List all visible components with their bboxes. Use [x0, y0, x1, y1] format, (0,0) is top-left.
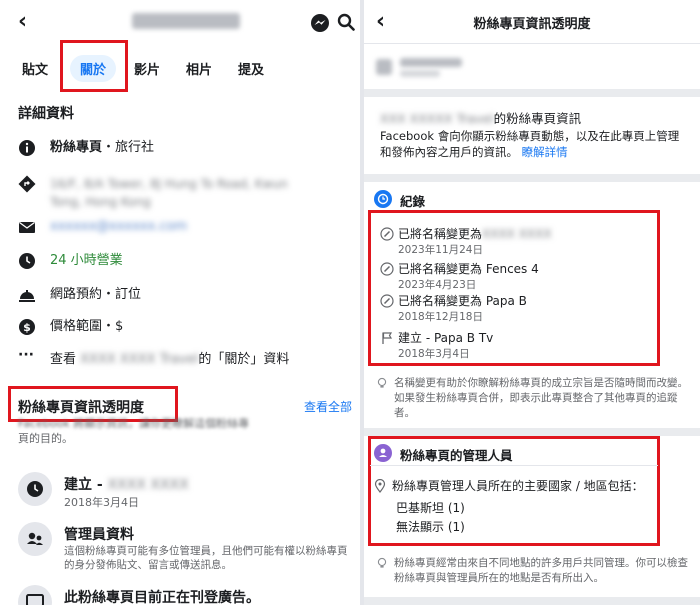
- admin-icon-circle: [18, 522, 52, 556]
- search-icon[interactable]: [337, 13, 355, 31]
- learn-more-link[interactable]: 瞭解詳情: [522, 145, 568, 159]
- created-label: 建立 -: [64, 477, 103, 493]
- record-value-blurred: XXXX XXXX: [482, 227, 552, 241]
- record-value: Papa B: [485, 294, 527, 308]
- category-prefix: 粉絲專頁: [50, 140, 103, 155]
- transparency-desc-tail: 頁的目的。: [18, 432, 73, 445]
- category-suffix: ・旅行社: [102, 140, 155, 155]
- location-pin-icon: [374, 479, 386, 493]
- see-about-blurred: XXXX XXXX Travel: [80, 352, 199, 367]
- page-transparency-screen: ‹ 粉絲專頁資訊透明度 XXX XXXXX Travel的粉絲專頁資訊 Face…: [364, 0, 700, 605]
- clock-icon: [19, 253, 35, 269]
- country-item: 無法顯示 (1): [396, 520, 465, 534]
- monitor-icon: [26, 594, 44, 605]
- ads-item: 此粉絲專頁目前正在刊登廣告。: [18, 585, 348, 605]
- lightbulb-icon: [377, 377, 387, 388]
- lightbulb-icon: [377, 557, 387, 568]
- address-blurred: 16/F, 8/A Tower, 8J Hung To Road, Kwun To…: [50, 177, 288, 209]
- service-bell-icon: [19, 290, 35, 302]
- tab-mentions[interactable]: 提及: [238, 59, 264, 78]
- record-action: 已將名稱變更為: [398, 227, 483, 241]
- avatar: [376, 59, 392, 75]
- highlight-box-about-tab: [60, 40, 128, 92]
- profile-blurred: [376, 56, 466, 78]
- section-separator: [364, 174, 700, 182]
- dollar-icon: $: [19, 319, 35, 335]
- pencil-icon: [380, 262, 394, 276]
- more-icon: ···: [18, 347, 34, 363]
- clock-icon: [27, 481, 43, 497]
- see-about-suffix: 的「關於」資料: [198, 352, 290, 367]
- admin-info-description: 這個粉絲專頁可能有多位管理員，且他們可能有權以粉絲專頁的身分發佈貼文、留言或傳送…: [64, 545, 348, 571]
- tab-photos[interactable]: 相片: [186, 59, 212, 78]
- record-value: Papa B Tv: [433, 331, 494, 345]
- email-blurred[interactable]: xxxxxx@xxxxxx.com: [50, 218, 187, 236]
- record-value: Fences 4: [485, 262, 539, 276]
- profile-subtitle-blurred: [400, 70, 440, 77]
- page-name-blurred: XXX XXXXX Travel: [380, 111, 494, 126]
- admin-info-item: 管理員資料 這個粉絲專頁可能有多位管理員，且他們可能有權以粉絲專頁的身分發佈貼文…: [18, 522, 348, 578]
- top-bar: ‹: [0, 0, 360, 44]
- transparency-desc-blurred: Facebook 將顯示資訊，讓你更瞭解這個粉絲專: [18, 417, 250, 430]
- see-about-prefix: 查看: [50, 352, 77, 367]
- created-item: 建立 - XXXX XXXX 2018年3月4日: [18, 472, 348, 512]
- directions-icon: [18, 175, 36, 193]
- clock-icon: [377, 193, 389, 205]
- page-about-screen: ‹ 貼文 關於 影片 相片 提及 詳細資料 粉絲專頁・旅行社 16/F, 8/A…: [0, 0, 360, 605]
- record-action: 建立 -: [398, 331, 434, 345]
- page-name-blurred: [132, 13, 240, 29]
- created-name-blurred: XXXX XXXX: [107, 477, 189, 493]
- record-date: 2023年4月23日: [398, 279, 477, 291]
- details-heading: 詳細資料: [18, 106, 74, 122]
- screen-title: 粉絲專頁資訊透明度: [473, 17, 591, 32]
- record-action: 已將名稱變更為: [398, 294, 483, 308]
- pencil-icon: [380, 294, 394, 308]
- tab-videos[interactable]: 影片: [134, 59, 160, 78]
- mail-icon: [19, 221, 35, 233]
- section-separator: [364, 428, 700, 436]
- tab-posts[interactable]: 貼文: [22, 59, 48, 78]
- flag-icon: [382, 332, 393, 344]
- transparency-description: Facebook 將顯示資訊，讓你更瞭解這個粉絲專 頁的目的。: [18, 416, 348, 446]
- price-text: 價格範圍・$: [50, 319, 124, 334]
- records-title: 紀錄: [400, 194, 426, 209]
- created-date: 2018年3月4日: [64, 496, 139, 509]
- page-info-heading: XXX XXXXX Travel的粉絲專頁資訊: [380, 108, 581, 127]
- admin-info-title: 管理員資料: [64, 527, 134, 543]
- ads-title: 此粉絲專頁目前正在刊登廣告。: [64, 590, 260, 605]
- admins-divider: [370, 465, 658, 466]
- ads-icon-circle: [18, 585, 52, 605]
- record-date: 2018年3月4日: [398, 348, 470, 360]
- top-bar: ‹ 粉絲專頁資訊透明度: [364, 0, 700, 44]
- messenger-icon[interactable]: [310, 13, 330, 33]
- admins-heading: 粉絲專頁管理人員所在的主要國家 / 地區包括：: [392, 479, 644, 493]
- booking-text: 網路預約・訂位: [50, 287, 142, 302]
- profile-name-blurred: [400, 58, 462, 67]
- record-action: 已將名稱變更為: [398, 262, 483, 276]
- created-icon-circle: [18, 472, 52, 506]
- record-date: 2023年11月24日: [398, 244, 483, 256]
- section-separator: [364, 89, 700, 97]
- records-badge: [374, 190, 392, 208]
- page-info-description: Facebook 會向你顯示粉絲專頁動態，以及在此專頁上管理和發佈內容之用戶的資…: [380, 129, 680, 159]
- pencil-icon: [380, 227, 394, 241]
- back-button[interactable]: ‹: [18, 9, 27, 34]
- page-info-suffix: 的粉絲專頁資訊: [493, 111, 582, 126]
- hours-text: 24 小時營業: [50, 253, 123, 268]
- section-separator: [364, 597, 700, 605]
- page-tabs: 貼文 關於 影片 相片 提及: [0, 50, 360, 86]
- people-icon: [27, 532, 43, 545]
- see-all-link[interactable]: 查看全部: [304, 398, 352, 415]
- svg-text:$: $: [23, 321, 31, 334]
- info-icon: [19, 140, 35, 156]
- country-item: 巴基斯坦 (1): [396, 501, 465, 515]
- record-date: 2018年12月18日: [398, 311, 483, 323]
